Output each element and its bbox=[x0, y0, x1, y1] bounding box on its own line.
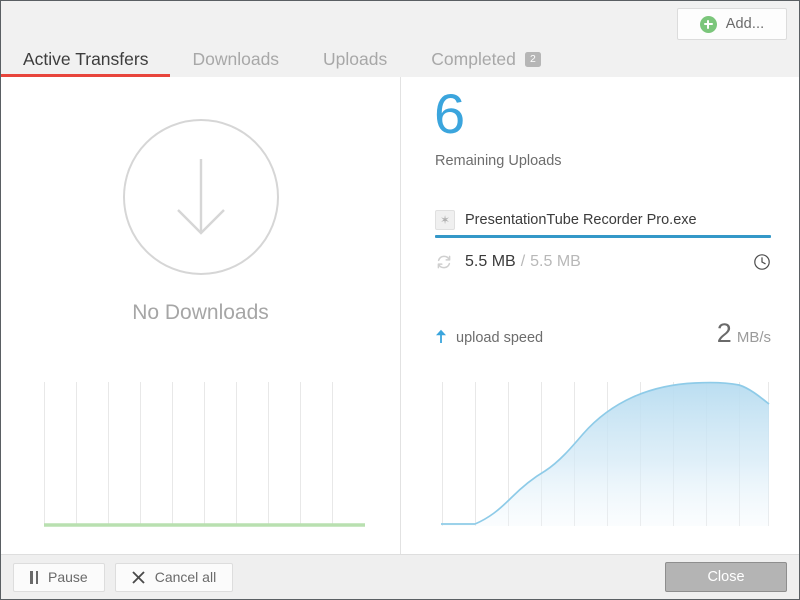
tab-downloads[interactable]: Downloads bbox=[170, 48, 301, 78]
header-bar: Add... Active Transfers Downloads Upload… bbox=[1, 1, 799, 77]
remaining-uploads-count: 6 bbox=[434, 82, 466, 145]
plus-circle-icon bbox=[699, 15, 717, 33]
upload-speed-chart bbox=[437, 374, 773, 532]
upload-file-row[interactable]: ✶ PresentationTube Recorder Pro.exe bbox=[435, 210, 769, 230]
no-downloads-empty-state: No Downloads bbox=[1, 119, 400, 325]
sync-refresh-icon bbox=[435, 253, 453, 271]
add-button-label: Add... bbox=[725, 16, 765, 32]
content-area: No Downloads 6 Remaining Uploads ✶ Prese… bbox=[1, 77, 799, 554]
clock-icon[interactable] bbox=[753, 253, 771, 271]
upload-speed-label: upload speed bbox=[456, 330, 544, 346]
upload-speed-unit: MB/s bbox=[736, 329, 771, 346]
upload-speed-row: upload speed 2 MB/s bbox=[435, 320, 771, 347]
close-x-icon bbox=[132, 570, 145, 584]
tab-bar: Active Transfers Downloads Uploads Compl… bbox=[1, 43, 563, 77]
upload-progress-bar bbox=[435, 235, 771, 238]
uploads-panel: 6 Remaining Uploads ✶ PresentationTube R… bbox=[401, 77, 799, 554]
tab-label: Completed bbox=[431, 48, 516, 69]
close-button-label: Close bbox=[707, 569, 745, 585]
tab-completed[interactable]: Completed 2 bbox=[409, 48, 563, 78]
download-speed-chart bbox=[39, 374, 366, 532]
cancel-all-button[interactable]: Cancel all bbox=[114, 562, 234, 592]
tab-label: Downloads bbox=[192, 48, 280, 69]
upload-speed-value: 2 bbox=[716, 318, 732, 348]
no-downloads-label: No Downloads bbox=[132, 301, 269, 324]
remaining-uploads-label: Remaining Uploads bbox=[435, 153, 562, 169]
executable-file-icon: ✶ bbox=[435, 210, 455, 230]
upload-total-size: 5.5 MB bbox=[530, 253, 581, 270]
upload-current-size: 5.5 MB bbox=[465, 253, 516, 270]
tab-uploads[interactable]: Uploads bbox=[301, 48, 409, 78]
download-arrow-circle-icon bbox=[122, 119, 279, 275]
size-separator: / bbox=[520, 253, 526, 270]
tab-completed-badge: 2 bbox=[524, 52, 541, 67]
tab-label: Active Transfers bbox=[23, 48, 149, 69]
upload-progress-fill bbox=[435, 235, 771, 238]
pause-button-label: Pause bbox=[48, 569, 88, 585]
footer-toolbar: Pause Cancel all Close bbox=[1, 554, 799, 599]
upload-file-name: PresentationTube Recorder Pro.exe bbox=[465, 212, 697, 228]
cancel-all-button-label: Cancel all bbox=[154, 569, 217, 585]
transfer-manager-window: Add... Active Transfers Downloads Upload… bbox=[0, 0, 800, 600]
add-button[interactable]: Add... bbox=[677, 8, 787, 40]
close-button[interactable]: Close bbox=[665, 562, 787, 592]
tab-active-transfers[interactable]: Active Transfers bbox=[1, 48, 171, 78]
arrow-up-icon bbox=[435, 329, 447, 344]
pause-icon bbox=[30, 570, 38, 584]
upload-size-row: 5.5 MB / 5.5 MB bbox=[435, 249, 771, 275]
tab-label: Uploads bbox=[323, 48, 388, 69]
pause-button[interactable]: Pause bbox=[13, 562, 105, 592]
downloads-panel: No Downloads bbox=[1, 77, 401, 554]
